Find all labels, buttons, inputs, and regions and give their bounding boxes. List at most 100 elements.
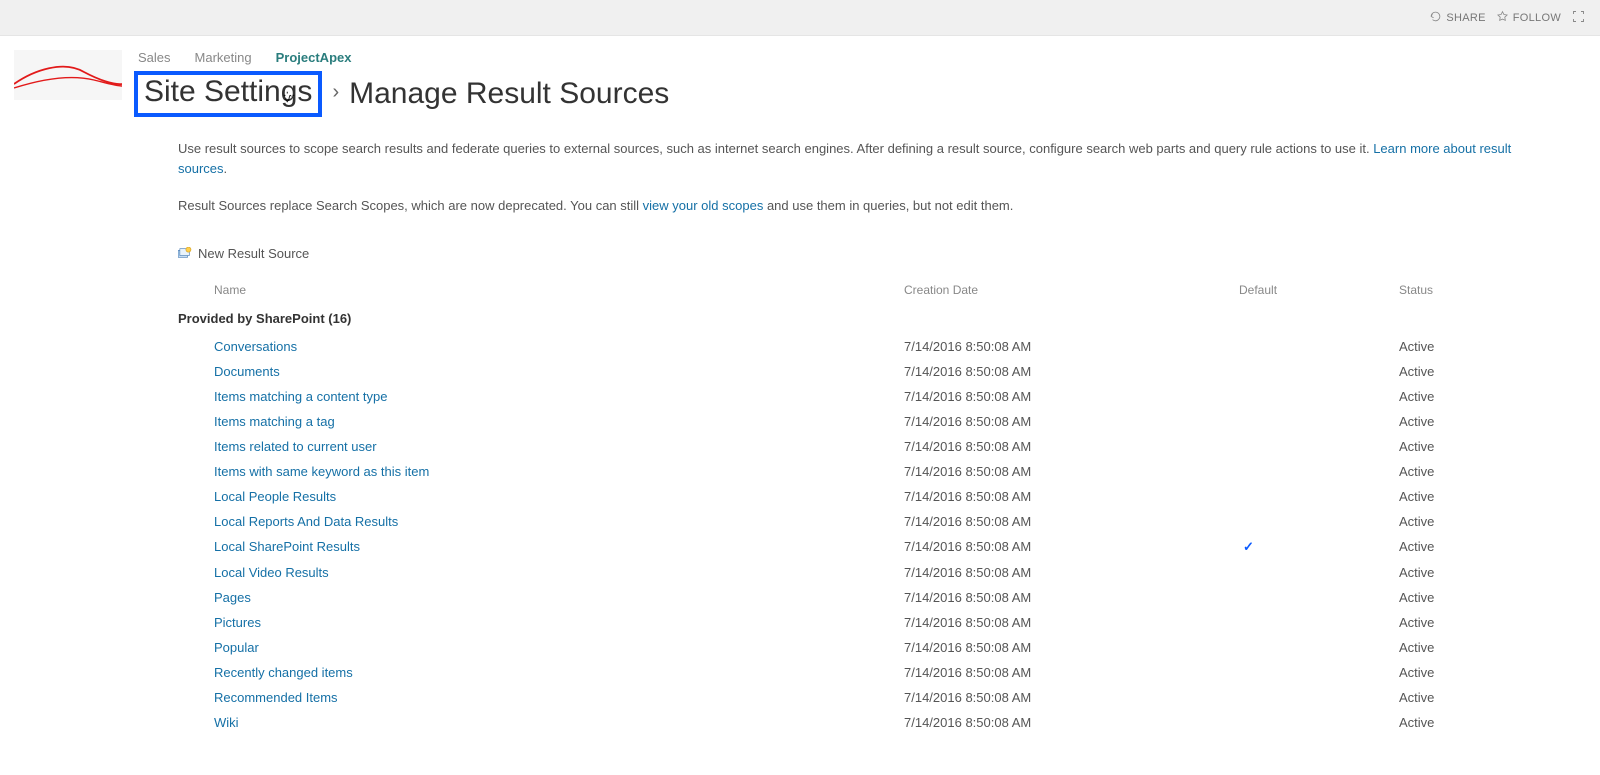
creation-date: 7/14/2016 8:50:08 AM [904, 665, 1239, 680]
result-source-link[interactable]: Local Video Results [214, 565, 329, 580]
table-row: Items related to current user 7/14/2016 8… [178, 434, 1520, 459]
result-source-link[interactable]: Local Reports And Data Results [214, 514, 398, 529]
page-title: Site Settings › Manage Result Sources [134, 71, 1586, 117]
col-header-default: Default [1239, 283, 1399, 297]
follow-label: FOLLOW [1513, 12, 1561, 24]
col-header-name: Name [214, 283, 904, 297]
table-row: Wiki 7/14/2016 8:50:08 AM Active [178, 710, 1520, 735]
table-row: Documents 7/14/2016 8:50:08 AM Active [178, 359, 1520, 384]
share-icon [1429, 10, 1442, 26]
creation-date: 7/14/2016 8:50:08 AM [904, 364, 1239, 379]
table-row: Pages 7/14/2016 8:50:08 AM Active [178, 585, 1520, 610]
status: Active [1399, 389, 1520, 404]
creation-date: 7/14/2016 8:50:08 AM [904, 690, 1239, 705]
new-result-source-button[interactable]: New Result Source [178, 246, 1520, 261]
table-row: Recommended Items 7/14/2016 8:50:08 AM Act… [178, 685, 1520, 710]
table-header-row: Name Creation Date Default Status [178, 277, 1520, 305]
status: Active [1399, 590, 1520, 605]
site-settings-link[interactable]: Site Settings [134, 71, 322, 117]
result-source-link[interactable]: Local People Results [214, 489, 336, 504]
table-row: Pictures 7/14/2016 8:50:08 AM Active [178, 610, 1520, 635]
follow-button[interactable]: FOLLOW [1496, 10, 1561, 26]
share-button[interactable]: SHARE [1429, 10, 1485, 26]
creation-date: 7/14/2016 8:50:08 AM [904, 389, 1239, 404]
top-nav-item[interactable]: Sales [138, 50, 171, 65]
status: Active [1399, 364, 1520, 379]
creation-date: 7/14/2016 8:50:08 AM [904, 489, 1239, 504]
creation-date: 7/14/2016 8:50:08 AM [904, 464, 1239, 479]
status: Active [1399, 539, 1520, 554]
result-source-link[interactable]: Pictures [214, 615, 261, 630]
col-header-status: Status [1399, 283, 1520, 297]
status: Active [1399, 414, 1520, 429]
header-area: Sales Marketing ProjectApex Site Settings … [0, 36, 1600, 117]
top-nav-item[interactable]: ProjectApex [276, 50, 352, 65]
share-label: SHARE [1446, 12, 1485, 24]
result-source-link[interactable]: Items with same keyword as this item [214, 464, 429, 479]
status: Active [1399, 514, 1520, 529]
content: Use result sources to scope search resul… [0, 117, 1520, 775]
intro-2-a: Result Sources replace Search Scopes, wh… [178, 198, 643, 213]
default-indicator: ✓ [1239, 539, 1399, 555]
intro-paragraph-1: Use result sources to scope search resul… [178, 139, 1520, 178]
status: Active [1399, 565, 1520, 580]
page-title-text: Manage Result Sources [349, 77, 669, 111]
status: Active [1399, 715, 1520, 730]
result-source-link[interactable]: Items matching a tag [214, 414, 335, 429]
result-source-link[interactable]: Wiki [214, 715, 239, 730]
creation-date: 7/14/2016 8:50:08 AM [904, 590, 1239, 605]
view-old-scopes-link[interactable]: view your old scopes [643, 198, 764, 213]
focus-on-content-button[interactable] [1571, 9, 1586, 27]
result-source-link[interactable]: Items matching a content type [214, 389, 387, 404]
intro-2-b: and use them in queries, but not edit th… [763, 198, 1013, 213]
table-row: Recently changed items 7/14/2016 8:50:08 … [178, 660, 1520, 685]
status: Active [1399, 439, 1520, 454]
star-icon [1496, 10, 1509, 26]
table-row: Items with same keyword as this item 7/14… [178, 459, 1520, 484]
table-row: Items matching a tag 7/14/2016 8:50:08 AM… [178, 409, 1520, 434]
result-source-link[interactable]: Documents [214, 364, 280, 379]
creation-date: 7/14/2016 8:50:08 AM [904, 640, 1239, 655]
result-source-link[interactable]: Conversations [214, 339, 297, 354]
creation-date: 7/14/2016 8:50:08 AM [904, 715, 1239, 730]
result-source-link[interactable]: Pages [214, 590, 251, 605]
result-sources-table: Name Creation Date Default Status Provid… [178, 277, 1520, 735]
intro-paragraph-2: Result Sources replace Search Scopes, wh… [178, 196, 1520, 216]
table-row: Local Video Results 7/14/2016 8:50:08 AM A… [178, 560, 1520, 585]
col-header-creation-date: Creation Date [904, 283, 1239, 297]
result-source-link[interactable]: Recently changed items [214, 665, 353, 680]
group-header: Provided by SharePoint (16) [178, 305, 1520, 334]
creation-date: 7/14/2016 8:50:08 AM [904, 539, 1239, 554]
new-result-source-label: New Result Source [198, 246, 309, 261]
creation-date: 7/14/2016 8:50:08 AM [904, 514, 1239, 529]
table-row: Conversations7/14/2016 8:50:08 AMActive [178, 334, 1520, 359]
creation-date: 7/14/2016 8:50:08 AM [904, 439, 1239, 454]
top-ribbon: SHARE FOLLOW [0, 0, 1600, 36]
result-source-link[interactable]: Popular [214, 640, 259, 655]
status: Active [1399, 665, 1520, 680]
top-nav-item[interactable]: Marketing [195, 50, 252, 65]
breadcrumb-separator: › [332, 81, 339, 108]
result-source-link[interactable]: Local SharePoint Results [214, 539, 360, 554]
creation-date: 7/14/2016 8:50:08 AM [904, 414, 1239, 429]
table-row: Local People Results 7/14/2016 8:50:08 AM… [178, 484, 1520, 509]
result-source-link[interactable]: Recommended Items [214, 690, 338, 705]
result-source-link[interactable]: Items related to current user [214, 439, 377, 454]
creation-date: 7/14/2016 8:50:08 AM [904, 339, 1239, 354]
status: Active [1399, 615, 1520, 630]
intro-1-b: . [224, 161, 228, 176]
creation-date: 7/14/2016 8:50:08 AM [904, 615, 1239, 630]
status: Active [1399, 489, 1520, 504]
intro-1-a: Use result sources to scope search resul… [178, 141, 1373, 156]
site-settings-label: Site Settings [144, 75, 312, 108]
table-row: Local Reports And Data Results 7/14/2016 … [178, 509, 1520, 534]
status: Active [1399, 464, 1520, 479]
site-logo[interactable] [14, 50, 122, 100]
creation-date: 7/14/2016 8:50:08 AM [904, 565, 1239, 580]
top-nav: Sales Marketing ProjectApex [134, 46, 1586, 71]
status: Active [1399, 640, 1520, 655]
new-icon [178, 247, 192, 259]
status: Active [1399, 690, 1520, 705]
focus-icon [1571, 9, 1586, 27]
table-row: Items matching a content type 7/14/2016 8… [178, 384, 1520, 409]
